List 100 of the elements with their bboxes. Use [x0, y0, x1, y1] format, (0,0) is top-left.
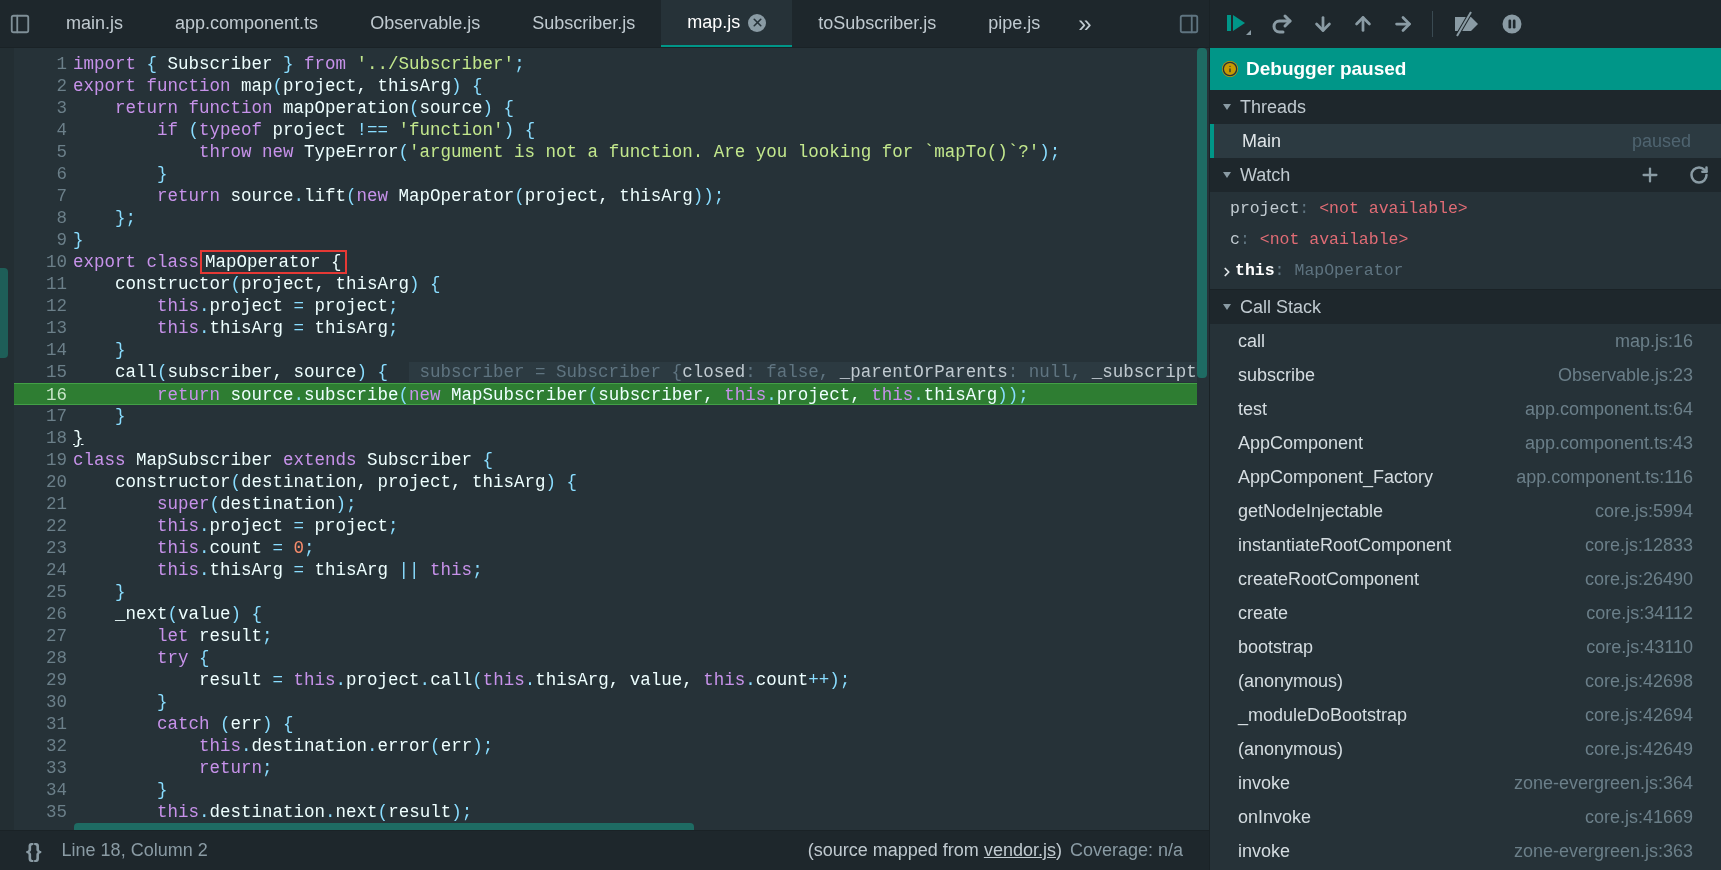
- info-icon: [1222, 61, 1238, 77]
- line-number: 31: [45, 713, 68, 735]
- file-tab[interactable]: main.js: [40, 0, 149, 47]
- resume-button[interactable]: [1226, 12, 1252, 36]
- line-number: 8: [55, 207, 68, 229]
- line-number: 2: [55, 75, 68, 97]
- frame-name: invoke: [1238, 771, 1291, 795]
- file-tab[interactable]: toSubscriber.js: [792, 0, 963, 47]
- code-line: return;: [198, 757, 273, 779]
- frame-location: zone-evergreen.js:363: [1513, 839, 1693, 863]
- code-line: this.project = project;: [156, 515, 399, 537]
- line-number: 11: [45, 273, 68, 295]
- frame-location: core.js:43110: [1586, 635, 1693, 659]
- code-line: return source.subscribe(new MapSubscriber(subscriber, this.project, this.thisArg));: [156, 384, 1029, 404]
- line-number: 10: [45, 251, 68, 273]
- line-number: 32: [45, 735, 68, 757]
- stack-frame[interactable]: invoke zone-evergreen.js:363: [1210, 834, 1721, 868]
- stack-frame[interactable]: _moduleDoBootstrap core.js:42694: [1210, 698, 1721, 732]
- code-line: import { Subscriber } from '../Subscriber';: [73, 53, 525, 75]
- code-line: }: [114, 339, 126, 361]
- stack-frame[interactable]: onInvoke core.js:41669: [1210, 800, 1721, 834]
- source-link[interactable]: vendor.js: [983, 840, 1056, 860]
- code-line: this.project = project;: [156, 295, 399, 317]
- watch-expression[interactable]: c: <not available>: [1210, 225, 1721, 256]
- frame-name: onInvoke: [1238, 805, 1312, 829]
- code-line: class MapSubscriber extends Subscriber {: [73, 449, 494, 471]
- stack-frame[interactable]: (anonymous) core.js:42698: [1210, 664, 1721, 698]
- step-out-icon[interactable]: [1352, 13, 1374, 35]
- stack-frame[interactable]: AppComponent app.component.ts:43: [1210, 426, 1721, 460]
- frame-location: core.js:34112: [1586, 601, 1693, 625]
- line-number: 23: [45, 537, 68, 559]
- section-header[interactable]: Watch: [1210, 158, 1721, 192]
- frame-name: _moduleDoBootstrap: [1238, 703, 1408, 728]
- frame-location: core.js:5994: [1594, 499, 1693, 523]
- watch-expression[interactable]: this: MapOperator: [1210, 256, 1721, 287]
- refresh-icon[interactable]: [1689, 165, 1709, 185]
- watch-expression[interactable]: project: <not available>: [1210, 194, 1721, 225]
- line-number: 16: [45, 384, 68, 404]
- frame-location: core.js:42698: [1584, 669, 1693, 693]
- line-number: 20: [45, 471, 68, 493]
- step-over-icon[interactable]: [1270, 12, 1294, 36]
- frame-name: createRootComponent: [1238, 567, 1420, 591]
- code-line: }: [73, 427, 84, 449]
- line-number: 35: [45, 801, 68, 823]
- stack-frame[interactable]: call map.js:16: [1210, 324, 1721, 358]
- code-line: this.destination.next(result);: [156, 801, 473, 823]
- line-number: 19: [45, 449, 68, 471]
- caret-icon: [1222, 302, 1232, 312]
- line-number: 13: [45, 317, 68, 339]
- step-in-icon[interactable]: [1312, 13, 1334, 35]
- stack-frame[interactable]: getNodeInjectable core.js:5994: [1210, 494, 1721, 528]
- line-number: 3: [55, 97, 68, 119]
- line-number: 7: [55, 185, 68, 207]
- line-number: 22: [45, 515, 68, 537]
- stack-frame[interactable]: subscribe Observable.js:23: [1210, 358, 1721, 392]
- stack-frame[interactable]: instantiateRootComponent core.js:12833: [1210, 528, 1721, 562]
- scrollbar-thumb[interactable]: [1197, 48, 1207, 378]
- code-line: throw new TypeError('argument is not a function. Are you looking for `mapTo()`?');: [198, 141, 1061, 163]
- code-line: call(subscriber, source) { subscriber = Subscriber {closed: false, _parentOrParents: null, _subscript: [114, 361, 1197, 383]
- stack-frame[interactable]: (anonymous) core.js:42649: [1210, 732, 1721, 766]
- code-line: };: [114, 207, 136, 229]
- scrollbar-thumb[interactable]: [74, 823, 694, 830]
- stack-frame[interactable]: test app.component.ts:64: [1210, 392, 1721, 426]
- file-tab[interactable]: pipe.js: [962, 0, 1067, 47]
- section-title: Call Stack: [1240, 295, 1322, 319]
- code-line: if (typeof project !== 'function') {: [156, 119, 536, 141]
- code-line: this.count = 0;: [156, 537, 315, 559]
- line-number: 5: [55, 141, 68, 163]
- stack-frame[interactable]: create core.js:34112: [1210, 596, 1721, 630]
- source-map-info: (source mapped from vendor.js): [807, 839, 1062, 862]
- frame-location: app.component.ts:116: [1516, 465, 1693, 489]
- frame-name: AppComponent: [1238, 431, 1364, 455]
- stack-frame[interactable]: AppComponent_Factory app.component.ts:116: [1210, 460, 1721, 494]
- stack-frame[interactable]: bootstrap core.js:43110: [1210, 630, 1721, 664]
- section-header[interactable]: Threads: [1210, 90, 1721, 124]
- code-line: catch (err) {: [156, 713, 294, 735]
- banner-text: Debugger paused: [1246, 56, 1407, 81]
- code-line: }: [156, 691, 168, 713]
- line-number: 33: [45, 757, 68, 779]
- frame-name: AppComponent_Factory: [1238, 465, 1434, 490]
- code-line: export function map(project, thisArg) {: [73, 75, 483, 97]
- code-line: }: [114, 405, 126, 427]
- resume-icon: [1226, 12, 1252, 36]
- line-number: 34: [45, 779, 68, 801]
- file-tab[interactable]: Observable.js: [344, 0, 507, 47]
- file-tab[interactable]: app.component.ts: [149, 0, 345, 47]
- step-icon[interactable]: [1392, 13, 1414, 35]
- file-tab[interactable]: map.js: [661, 0, 793, 47]
- pause-on-exceptions-icon[interactable]: [1499, 11, 1525, 37]
- code-line: let result;: [156, 625, 273, 647]
- frame-name: call: [1238, 329, 1265, 353]
- frame-location: map.js:16: [1614, 329, 1693, 353]
- file-tab[interactable]: Subscriber.js: [506, 0, 662, 47]
- code-line: return source.lift(new MapOperator(project, thisArg));: [156, 185, 725, 207]
- pretty-print-button[interactable]: {}: [26, 835, 42, 866]
- close-icon[interactable]: [748, 13, 767, 32]
- stack-frame[interactable]: invoke zone-evergreen.js:364: [1210, 766, 1721, 800]
- section-header[interactable]: Call Stack: [1210, 290, 1721, 324]
- more-tabs-button[interactable]: »: [1066, 5, 1104, 42]
- stack-frame[interactable]: createRootComponent core.js:26490: [1210, 562, 1721, 596]
